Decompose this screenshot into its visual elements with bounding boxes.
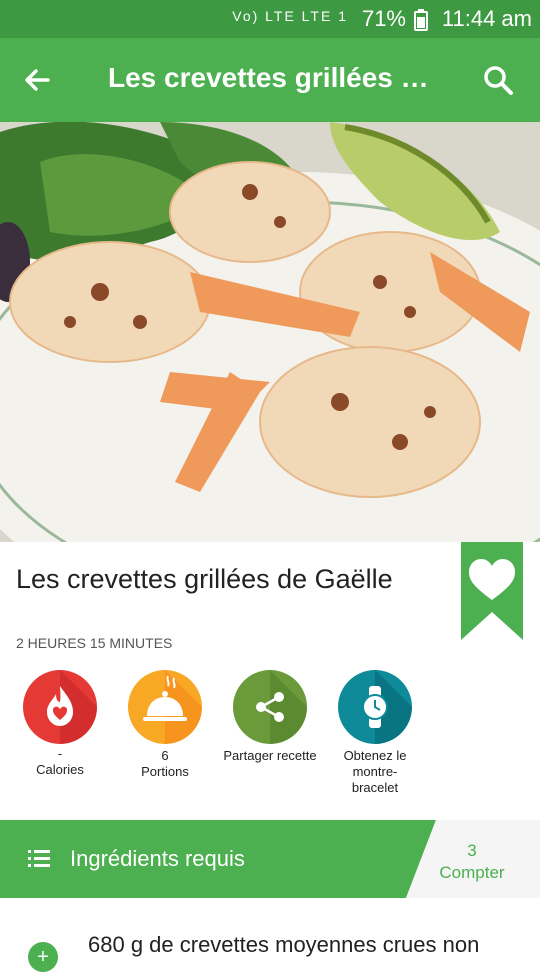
add-ingredient-icon[interactable]: + [28, 942, 58, 972]
portions-circle[interactable] [128, 670, 202, 744]
calories-action[interactable]: - Calories [10, 670, 110, 778]
back-arrow-icon[interactable] [18, 60, 58, 100]
portions-value: 6 [161, 748, 169, 763]
ingredients-title: Ingrédients requis [70, 846, 245, 871]
share-circle[interactable] [233, 670, 307, 744]
share-action[interactable]: Partager recette [220, 670, 320, 764]
calories-circle[interactable] [23, 670, 97, 744]
portions-action[interactable]: 6 Portions [115, 670, 215, 780]
app-bar-title: Les crevettes grillées d… [108, 62, 440, 93]
list-icon [28, 850, 50, 867]
watch-label: Obtenez le montre-bracelet [343, 748, 407, 795]
share-icon [256, 670, 307, 744]
calories-value: - [57, 746, 63, 761]
battery-icon [414, 9, 428, 31]
ingredients-count-value: 3 [467, 841, 477, 860]
battery-percentage: 71% [361, 6, 406, 31]
serving-dish-icon [143, 670, 202, 744]
recipe-title: Les crevettes grillées de Gaëlle [16, 564, 393, 594]
search-icon[interactable] [478, 60, 518, 100]
status-bar: Vo) LTE LTE 1 71% 11:44 am [0, 0, 540, 38]
recipe-duration: 2 HEURES 15 MINUTES [16, 635, 173, 651]
ingredient-row: + 680 g de crevettes moyennes crues non [0, 930, 540, 972]
ingredients-header: Ingrédients requis 3 Compter [0, 820, 540, 898]
clock: 11:44 am [441, 6, 532, 31]
ingredients-count-label: Compter [439, 863, 505, 882]
ingredient-text: 680 g de crevettes moyennes crues non [88, 932, 480, 957]
favorite-bookmark-button[interactable] [461, 542, 523, 640]
share-label: Partager recette [223, 748, 317, 763]
portions-label: Portions [141, 764, 189, 779]
recipe-photo [0, 122, 540, 542]
app-bar: Les crevettes grillées d… [0, 38, 540, 122]
watch-icon [362, 670, 412, 744]
flame-heart-icon [47, 670, 97, 744]
network-status-icons: Vo) LTE LTE 1 [232, 8, 348, 24]
ingredients-count[interactable]: 3 Compter [430, 840, 514, 884]
watch-action[interactable]: Obtenez le montre-bracelet [325, 670, 425, 796]
calories-label: Calories [36, 762, 84, 777]
watch-circle[interactable] [338, 670, 412, 744]
